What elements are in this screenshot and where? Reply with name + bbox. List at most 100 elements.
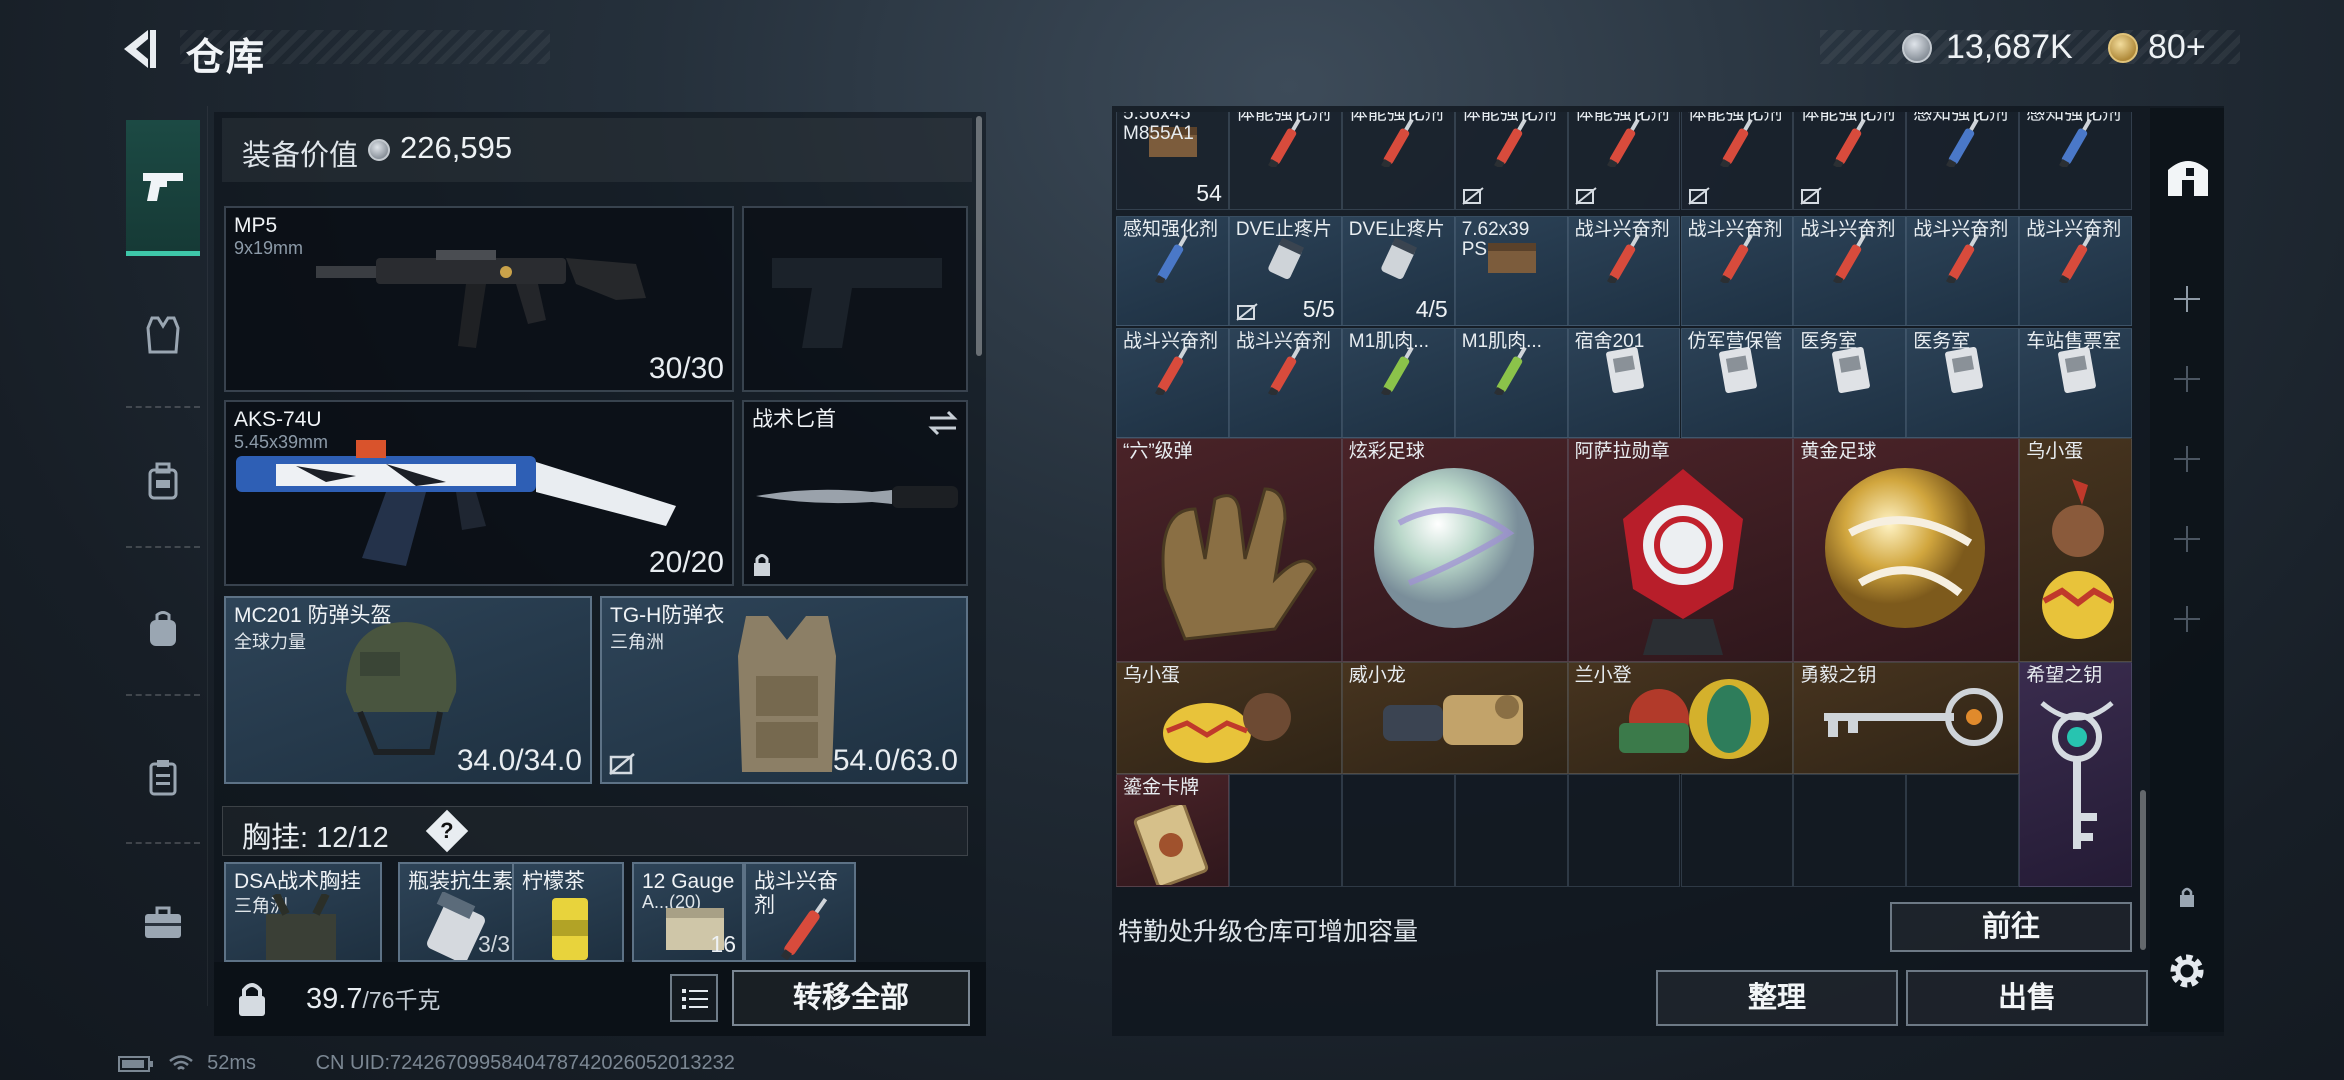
sell-button[interactable]: 出售 bbox=[1906, 970, 2148, 1026]
melee-slot[interactable]: 战术匕首 bbox=[742, 400, 968, 586]
chest-rig-item[interactable]: 柠檬茶 bbox=[512, 862, 624, 962]
stash-item[interactable]: 感知强化剂 bbox=[1906, 112, 2020, 210]
empty-stash-slot[interactable] bbox=[1567, 774, 1681, 887]
sidebar-tab-weapons[interactable] bbox=[126, 120, 200, 256]
chest-rig-capacity: 12/12 bbox=[316, 822, 389, 854]
stash-item[interactable]: 勇毅之钥 bbox=[1793, 662, 2020, 774]
stash-item[interactable]: 战斗兴奋剂 bbox=[1906, 216, 2020, 326]
chest-rig-item[interactable]: 12 Gauge A...(20) 16 bbox=[632, 862, 744, 962]
gold-currency-value[interactable]: 80+ bbox=[2148, 28, 2206, 67]
stash-item[interactable]: DVE止疼片 4/5 bbox=[1341, 216, 1455, 326]
stash-item[interactable]: 仿军营保管 bbox=[1680, 328, 1794, 438]
stash-item[interactable]: 阿萨拉勋章 bbox=[1567, 438, 1794, 662]
stash-item[interactable]: 战斗兴奋剂 bbox=[1680, 216, 1794, 326]
status-bar: 52ms CN UID:7242670995840478742026052013… bbox=[118, 1052, 735, 1075]
tidy-button[interactable]: 整理 bbox=[1656, 970, 1898, 1026]
stash-item[interactable]: 乌小蛋 bbox=[2019, 438, 2132, 662]
stash-item[interactable]: 体能强化剂 bbox=[1680, 112, 1794, 210]
stash-item[interactable]: 战斗兴奋剂 bbox=[2019, 216, 2132, 326]
no-trade-icon bbox=[1236, 303, 1258, 321]
sidearm-slot-empty[interactable] bbox=[742, 206, 968, 392]
stash-expand-hint: 特勤处升级仓库可增加容量 bbox=[1118, 918, 1419, 946]
stash-item[interactable]: 战斗兴奋剂 bbox=[1228, 328, 1342, 438]
stash-item-name: 鎏金卡牌 bbox=[1123, 777, 1200, 798]
body-armor-slot[interactable]: TG-H防弹衣 三角洲 54.0/63.0 bbox=[600, 596, 968, 784]
stash-item[interactable]: 鎏金卡牌 bbox=[1116, 774, 1229, 887]
stash-item[interactable]: 乌小蛋 bbox=[1116, 662, 1342, 774]
stash-scrollbar[interactable] bbox=[2140, 790, 2146, 950]
no-trade-icon bbox=[1574, 187, 1597, 205]
stash-item[interactable]: 医务室 bbox=[1793, 328, 1907, 438]
empty-stash-slot[interactable] bbox=[1793, 774, 1907, 887]
stash-item[interactable]: 体能强化剂 bbox=[1454, 112, 1568, 210]
sidebar-tab-case[interactable] bbox=[126, 740, 200, 814]
list-icon bbox=[682, 989, 708, 1009]
secondary-weapon-slot[interactable]: AKS-74U 5.45x39mm 20/20 bbox=[224, 400, 734, 586]
stash-item[interactable]: 希望之钥 bbox=[2019, 662, 2132, 887]
stash-item[interactable]: “六”级弹 bbox=[1116, 438, 1342, 662]
chest-rig-item[interactable]: 瓶装抗生素 3/3 bbox=[398, 862, 518, 962]
stash-item[interactable]: 体能强化剂 bbox=[1228, 112, 1342, 210]
stash-item[interactable]: 威小龙 bbox=[1341, 662, 1568, 774]
empty-stash-slot[interactable] bbox=[1228, 774, 1342, 887]
stash-item[interactable]: 体能强化剂 bbox=[1341, 112, 1455, 210]
primary-weapon-slot[interactable]: MP5 9x19mm 30/30 bbox=[224, 206, 734, 392]
chest-rig-item[interactable]: DSA战术胸挂 三角洲 bbox=[224, 862, 382, 962]
empty-stash-slot[interactable] bbox=[1906, 774, 2020, 887]
transfer-all-button[interactable]: 转移全部 bbox=[732, 970, 970, 1026]
stash-item[interactable]: 车站售票室 bbox=[2019, 328, 2132, 438]
stash-item[interactable]: DVE止疼片 5/5 bbox=[1228, 216, 1342, 326]
stash-item-name: 感知强化剂 bbox=[1913, 112, 2009, 124]
stash-item[interactable]: 医务室 bbox=[1906, 328, 2020, 438]
chest-rig-item[interactable]: 战斗兴奋剂 bbox=[744, 862, 856, 962]
stash-item[interactable]: 战斗兴奋剂 bbox=[1116, 328, 1229, 438]
stash-item[interactable]: 7.62x39 PS bbox=[1454, 216, 1568, 326]
stash-item-name: 7.62x39 bbox=[1461, 219, 1530, 240]
chest-item-count: 16 bbox=[710, 931, 736, 957]
sidebar-tab-armor[interactable] bbox=[126, 298, 200, 372]
helmet-slot[interactable]: MC201 防弹头盔 全球力量 34.0/34.0 bbox=[224, 596, 592, 784]
stash-item[interactable]: 感知强化剂 bbox=[2019, 112, 2132, 210]
loadout-scrollbar[interactable] bbox=[976, 116, 982, 356]
add-stash-page-icon[interactable] bbox=[2174, 526, 2200, 552]
syringe-icon bbox=[780, 898, 828, 960]
back-button[interactable] bbox=[118, 26, 158, 72]
no-trade-icon bbox=[1687, 187, 1710, 205]
add-stash-page-icon[interactable] bbox=[2174, 446, 2200, 472]
empty-stash-slot[interactable] bbox=[1341, 774, 1455, 887]
empty-stash-slot[interactable] bbox=[1680, 774, 1794, 887]
stash-item[interactable]: 黄金足球 bbox=[1793, 438, 2020, 662]
stash-item[interactable]: 宿舍201 bbox=[1567, 328, 1681, 438]
stash-item[interactable]: 战斗兴奋剂 bbox=[1793, 216, 1907, 326]
list-view-button[interactable] bbox=[670, 974, 718, 1022]
stash-item[interactable]: 5.56x45 M855A1 54 bbox=[1116, 112, 1229, 210]
stash-item[interactable]: M1肌肉... bbox=[1454, 328, 1568, 438]
stash-item-name: 威小龙 bbox=[1348, 665, 1406, 686]
wifi-icon bbox=[168, 1054, 193, 1070]
add-stash-page-icon[interactable] bbox=[2174, 366, 2200, 392]
battery-icon bbox=[118, 1055, 153, 1072]
armor-vest-icon bbox=[146, 316, 180, 354]
add-stash-page-icon[interactable] bbox=[2174, 606, 2200, 632]
weight-lock-icon bbox=[239, 983, 265, 1016]
stash-home-icon[interactable] bbox=[2164, 152, 2212, 200]
sidebar-tab-toolbox[interactable] bbox=[126, 886, 200, 960]
assault-rifle-icon bbox=[236, 440, 676, 566]
settings-gear-icon[interactable] bbox=[2166, 950, 2208, 992]
stash-item[interactable]: 兰小登 bbox=[1567, 662, 1794, 774]
stash-item[interactable]: 战斗兴奋剂 bbox=[1567, 216, 1681, 326]
empty-stash-slot[interactable] bbox=[1454, 774, 1568, 887]
stash-item[interactable]: 体能强化剂 bbox=[1567, 112, 1681, 210]
stash-item[interactable]: 体能强化剂 bbox=[1793, 112, 1907, 210]
stash-item[interactable]: 炫彩足球 bbox=[1341, 438, 1568, 662]
briefcase-icon bbox=[145, 906, 181, 938]
add-stash-page-icon[interactable] bbox=[2174, 286, 2200, 312]
stash-item[interactable]: 感知强化剂 bbox=[1116, 216, 1229, 326]
sidebar-tab-backpack[interactable] bbox=[126, 592, 200, 666]
stash-item-name: 炫彩足球 bbox=[1348, 441, 1425, 462]
stash-item[interactable]: M1肌肉... bbox=[1341, 328, 1455, 438]
stash-item-name: 战斗兴奋剂 bbox=[1574, 219, 1670, 240]
goto-button[interactable]: 前往 bbox=[1890, 902, 2132, 952]
stash-item-sub: M855A1 bbox=[1123, 123, 1194, 144]
sidebar-tab-chest-rig[interactable] bbox=[126, 444, 200, 518]
